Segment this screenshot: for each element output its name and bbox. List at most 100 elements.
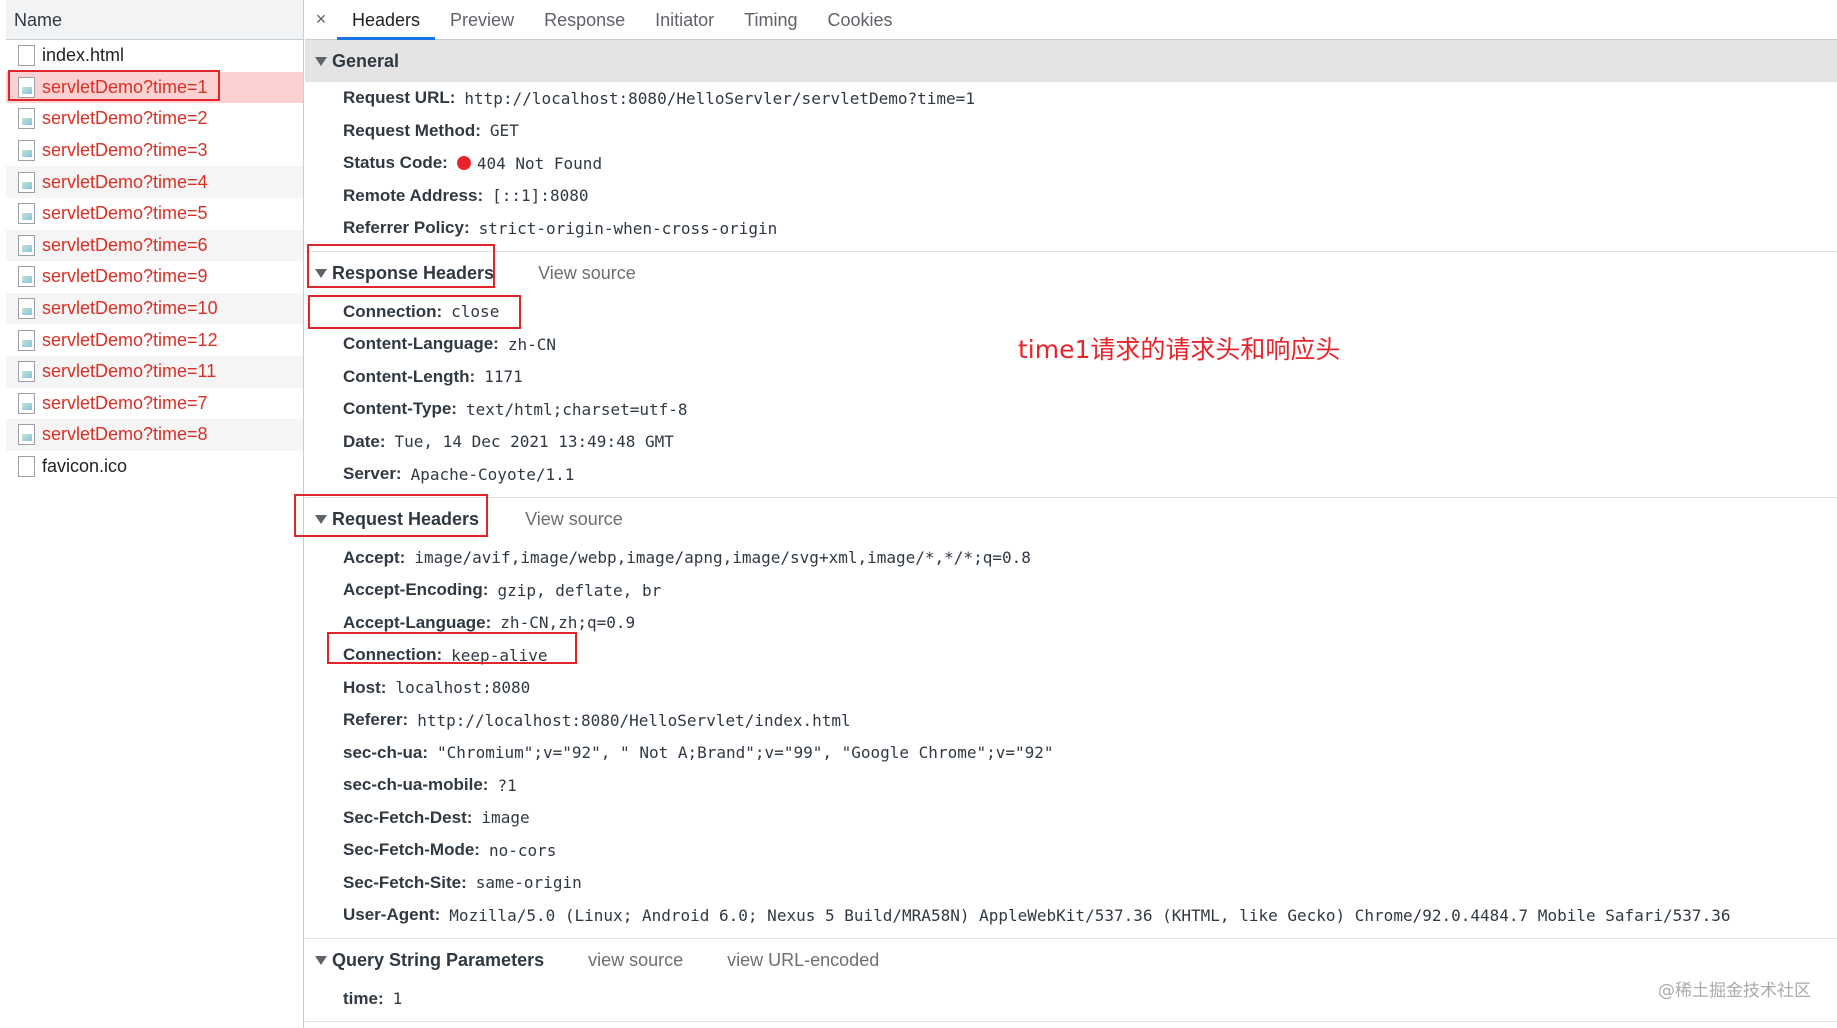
- request-list: index.html servletDemo?time=1 servletDem…: [6, 40, 303, 482]
- request-row[interactable]: servletDemo?time=3: [6, 135, 303, 167]
- view-url-encoded-link[interactable]: view URL-encoded: [727, 950, 879, 971]
- header-name: Server:: [343, 464, 402, 484]
- header-value: 404 Not Found: [476, 153, 603, 173]
- request-name: servletDemo?time=7: [42, 392, 208, 413]
- header-name: Host:: [343, 677, 387, 697]
- view-source-link[interactable]: View source: [538, 263, 636, 284]
- header-value: Tue, 14 Dec 2021 13:49:48 GMT: [394, 432, 674, 452]
- tab-headers[interactable]: Headers: [337, 0, 436, 40]
- request-list-panel: Name index.html servletDemo?time=1 servl…: [6, 0, 304, 1028]
- header-row: sec-ch-ua-mobile: ?1: [305, 769, 1837, 802]
- header-row: time: 1: [305, 983, 1837, 1016]
- header-row: Sec-Fetch-Dest: image: [305, 802, 1837, 835]
- tab-timing[interactable]: Timing: [729, 0, 812, 40]
- expand-triangle-icon: [315, 956, 327, 965]
- request-name: servletDemo?time=5: [42, 203, 208, 224]
- header-row: Request URL: http://localhost:8080/HelloS…: [305, 82, 1837, 115]
- section-title: Query String Parameters: [332, 950, 545, 970]
- view-source-link[interactable]: View source: [525, 509, 623, 530]
- request-headers-section-header[interactable]: Request Headers View source: [305, 498, 1837, 542]
- section-divider: [305, 1021, 1837, 1022]
- request-row[interactable]: servletDemo?time=9: [6, 261, 303, 293]
- general-section-header[interactable]: General: [305, 40, 1837, 82]
- request-row[interactable]: favicon.ico: [6, 451, 303, 483]
- image-file-icon: [18, 203, 35, 225]
- request-row[interactable]: servletDemo?time=5: [6, 198, 303, 230]
- request-row[interactable]: index.html: [6, 40, 303, 72]
- request-name: servletDemo?time=3: [42, 140, 208, 161]
- name-column-header[interactable]: Name: [6, 0, 303, 40]
- header-value: localhost:8080: [395, 678, 531, 698]
- header-row: Accept: image/avif,image/webp,image/apng,…: [305, 542, 1837, 575]
- image-file-icon: [18, 392, 35, 414]
- close-icon[interactable]: ×: [305, 9, 337, 30]
- header-name: Status Code:: [343, 153, 448, 173]
- header-row: Request Method: GET: [305, 115, 1837, 148]
- header-name: Remote Address:: [343, 185, 484, 205]
- image-file-icon: [18, 266, 35, 288]
- header-value: zh-CN,zh;q=0.9: [500, 613, 636, 633]
- header-row: Remote Address: [::1]:8080: [305, 180, 1837, 213]
- request-row[interactable]: servletDemo?time=12: [6, 324, 303, 356]
- image-file-icon: [18, 424, 35, 446]
- request-row[interactable]: servletDemo?time=2: [6, 103, 303, 135]
- highlight-box: [307, 244, 495, 288]
- header-name: sec-ch-ua-mobile:: [343, 775, 489, 795]
- tab-response[interactable]: Response: [529, 0, 640, 40]
- header-row: Accept-Encoding: gzip, deflate, br: [305, 574, 1837, 607]
- header-row: Connection: close: [305, 296, 1837, 329]
- view-source-link[interactable]: view source: [588, 950, 683, 971]
- annotation-text: time1请求的请求头和响应头: [1018, 335, 1341, 364]
- header-value: http://localhost:8080/HelloServler/servl…: [464, 88, 975, 108]
- request-row[interactable]: servletDemo?time=7: [6, 388, 303, 420]
- header-value: strict-origin-when-cross-origin: [478, 218, 778, 238]
- header-value: zh-CN: [507, 334, 556, 354]
- highlight-box: [308, 295, 521, 329]
- image-file-icon: [18, 329, 35, 351]
- header-name: Referrer Policy:: [343, 218, 470, 238]
- request-row[interactable]: servletDemo?time=4: [6, 166, 303, 198]
- request-name: servletDemo?time=12: [42, 329, 218, 350]
- section-title: General: [332, 50, 400, 71]
- header-name: Content-Type:: [343, 399, 457, 419]
- header-row: User-Agent: Mozilla/5.0 (Linux; Android 6…: [305, 899, 1837, 932]
- highlight-box: [327, 632, 577, 664]
- request-row[interactable]: servletDemo?time=11: [6, 355, 303, 388]
- header-name: Accept-Language:: [343, 612, 492, 632]
- tab-initiator[interactable]: Initiator: [640, 0, 729, 40]
- request-row[interactable]: servletDemo?time=10: [6, 292, 303, 325]
- header-name: User-Agent:: [343, 905, 441, 925]
- query-string-section-header[interactable]: Query String Parameters view source view U…: [305, 939, 1837, 983]
- header-name: Referer:: [343, 710, 409, 730]
- header-value: text/html;charset=utf-8: [465, 399, 688, 419]
- header-value: image/avif,image/webp,image/apng,image/s…: [414, 548, 1031, 568]
- header-name: Content-Language:: [343, 334, 499, 354]
- tab-cookies[interactable]: Cookies: [813, 0, 908, 40]
- image-file-icon: [18, 140, 35, 162]
- response-headers-section-header[interactable]: Response Headers View source: [305, 252, 1837, 296]
- request-row[interactable]: servletDemo?time=8: [6, 419, 303, 451]
- details-panel: × Headers Preview Response Initiator Tim…: [305, 0, 1837, 1028]
- request-name: servletDemo?time=11: [42, 361, 217, 382]
- header-name: Accept:: [343, 547, 406, 567]
- image-file-icon: [18, 108, 35, 130]
- header-value: "Chromium";v="92", " Not A;Brand";v="99"…: [437, 743, 1054, 763]
- header-row: Sec-Fetch-Mode: no-cors: [305, 834, 1837, 867]
- image-file-icon: [18, 298, 35, 320]
- request-name: favicon.ico: [42, 456, 128, 477]
- header-row: Server: Apache-Coyote/1.1: [305, 458, 1837, 491]
- header-value: 1171: [484, 367, 523, 387]
- header-name: Sec-Fetch-Dest:: [343, 807, 473, 827]
- highlight-box: [294, 494, 488, 537]
- request-name: index.html: [42, 45, 125, 66]
- header-value: http://localhost:8080/HelloServlet/index…: [417, 710, 851, 730]
- request-name: servletDemo?time=9: [42, 266, 208, 287]
- image-file-icon: [18, 171, 35, 193]
- tab-preview[interactable]: Preview: [435, 0, 529, 40]
- watermark: @稀土掘金技术社区: [1658, 981, 1811, 1001]
- document-file-icon: [18, 45, 35, 67]
- header-value: Mozilla/5.0 (Linux; Android 6.0; Nexus 5…: [449, 905, 1731, 925]
- header-name: sec-ch-ua:: [343, 742, 429, 762]
- param-value: 1: [392, 989, 403, 1009]
- request-row[interactable]: servletDemo?time=6: [6, 229, 303, 262]
